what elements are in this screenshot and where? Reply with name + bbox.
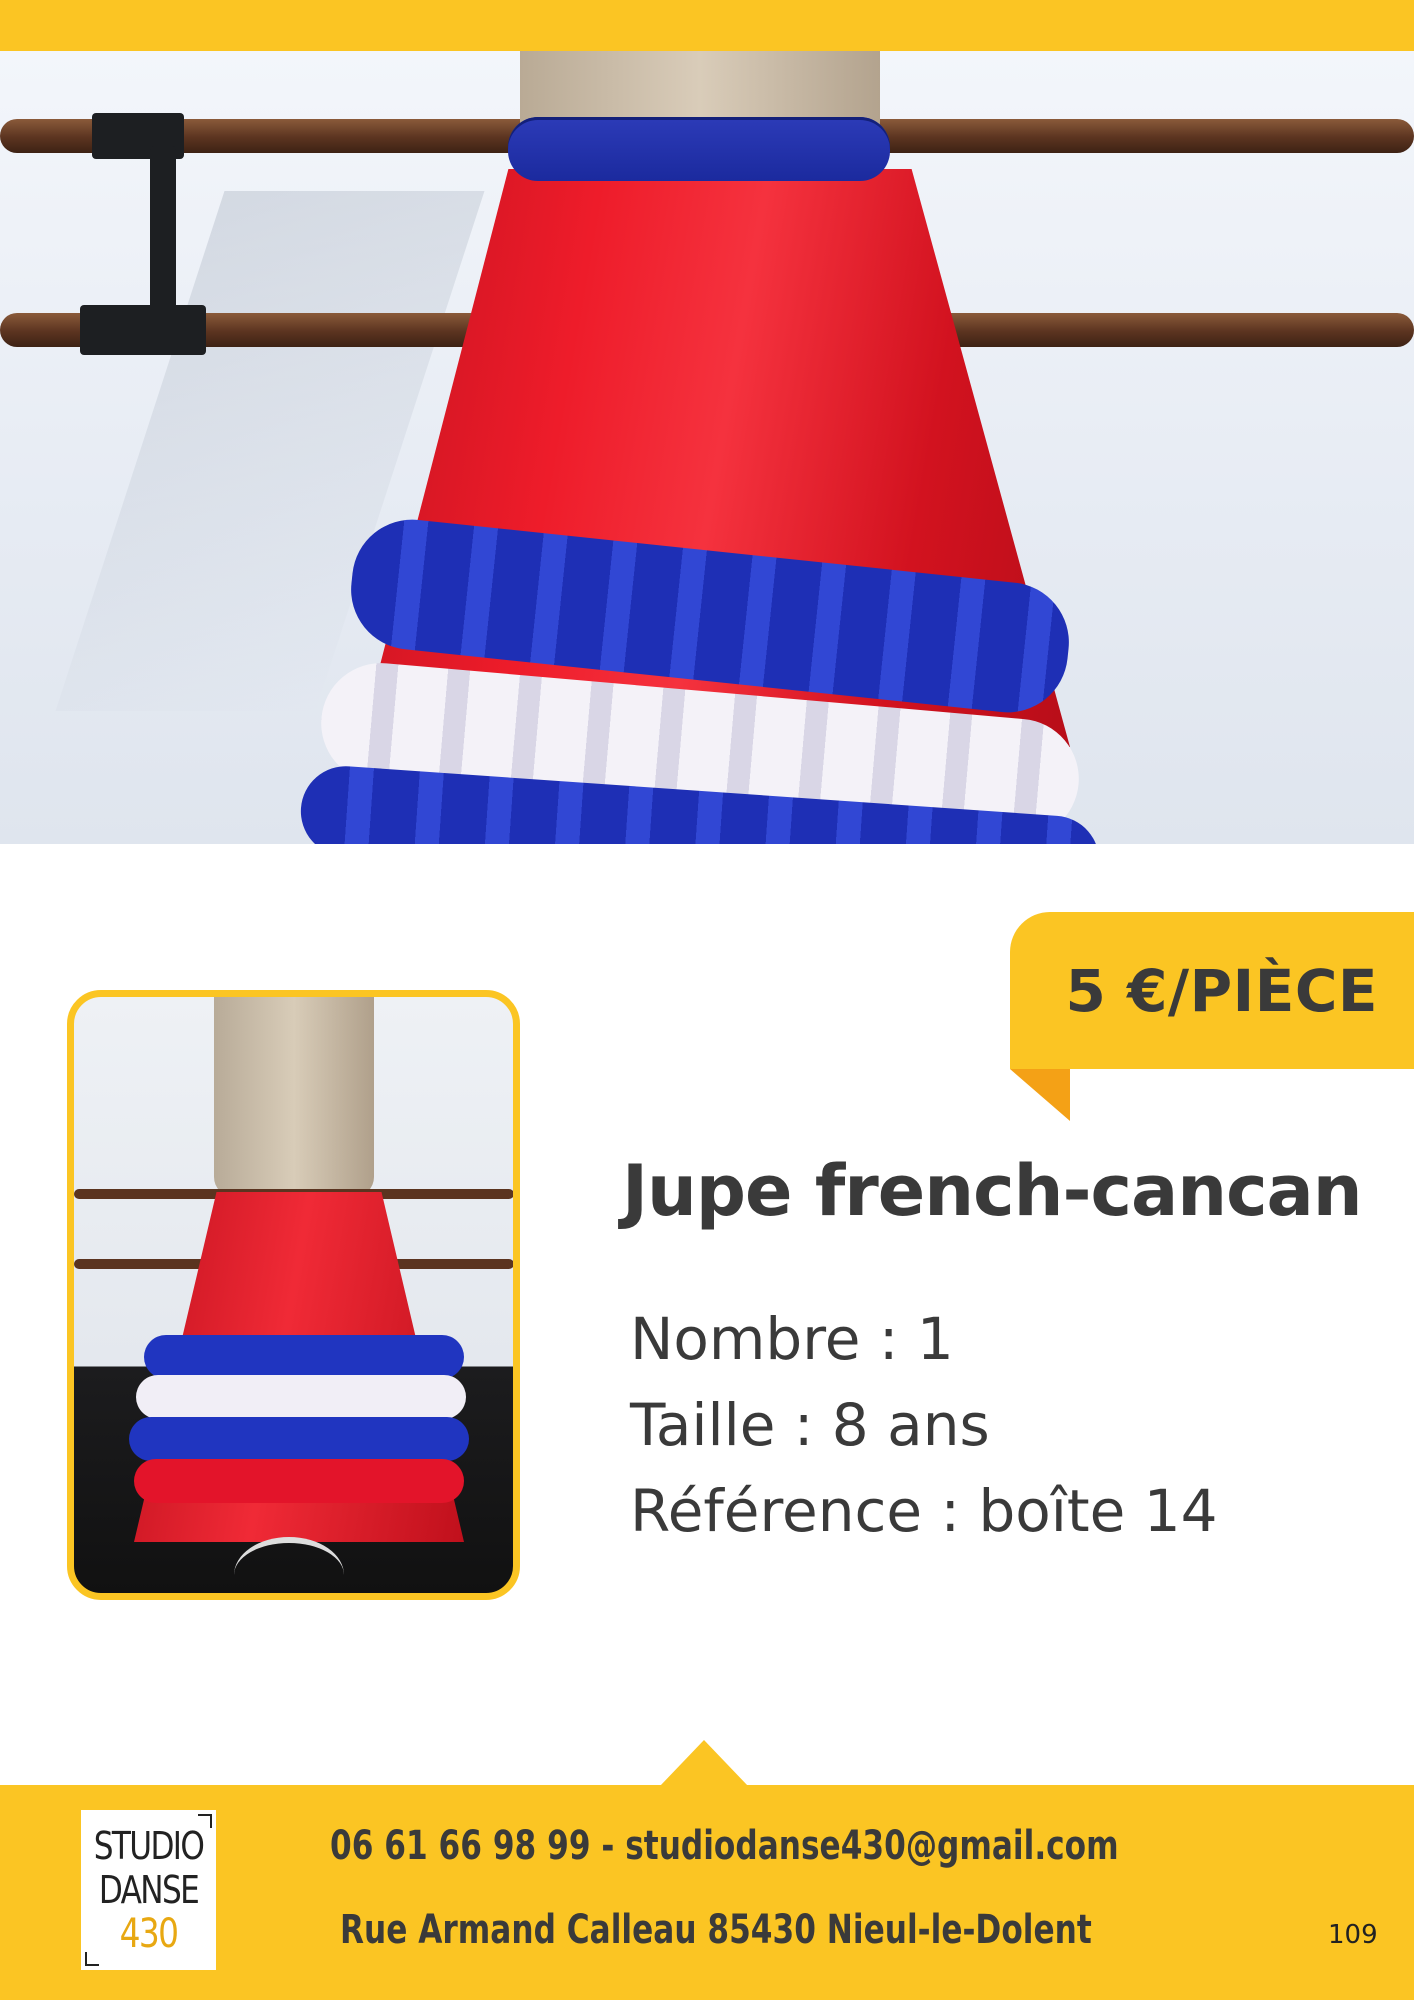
spec-reference: Référence : boîte 14 [630,1477,1218,1545]
thumbnail-ruffle-white [136,1375,466,1419]
logo-line-studio: STUDIO [93,1824,205,1868]
product-title: Jupe french-cancan [622,1150,1363,1232]
page-number: 109 [1328,1920,1378,1950]
hero-photo [0,51,1414,844]
contact-line: 06 61 66 98 99 - studiodanse430@gmail.co… [330,1823,1119,1869]
thumbnail-stand [234,1537,344,1593]
logo-line-danse: DANSE [98,1868,200,1912]
price-label: 5 €/PIÈCE [1065,956,1378,1025]
thumbnail-ruffle-red [134,1459,464,1503]
product-thumbnail [67,990,520,1600]
top-band [0,0,1414,51]
thumbnail-mannequin [214,997,374,1197]
logo-corner-top-right [198,1814,212,1828]
barre-bracket-lower [80,305,206,355]
logo-line-number: 430 [119,1911,179,1957]
spec-quantity: Nombre : 1 [630,1305,954,1373]
address-line: Rue Armand Calleau 85430 Nieul-le-Dolent [340,1907,1092,1953]
studio-logo: STUDIO DANSE 430 [81,1810,216,1970]
thumbnail-ruffle-blue-2 [129,1417,469,1461]
price-tag-fold [1010,1069,1070,1121]
product-specs: Nombre : 1 Taille : 8 ans Référence : bo… [630,1296,1218,1554]
skirt-waistband [508,117,890,181]
price-tag: 5 €/PIÈCE [1010,912,1414,1069]
logo-corner-bottom-left [85,1952,99,1966]
footer-notch [660,1740,748,1786]
thumbnail-ruffle-blue [144,1335,464,1379]
spec-size: Taille : 8 ans [630,1391,990,1459]
